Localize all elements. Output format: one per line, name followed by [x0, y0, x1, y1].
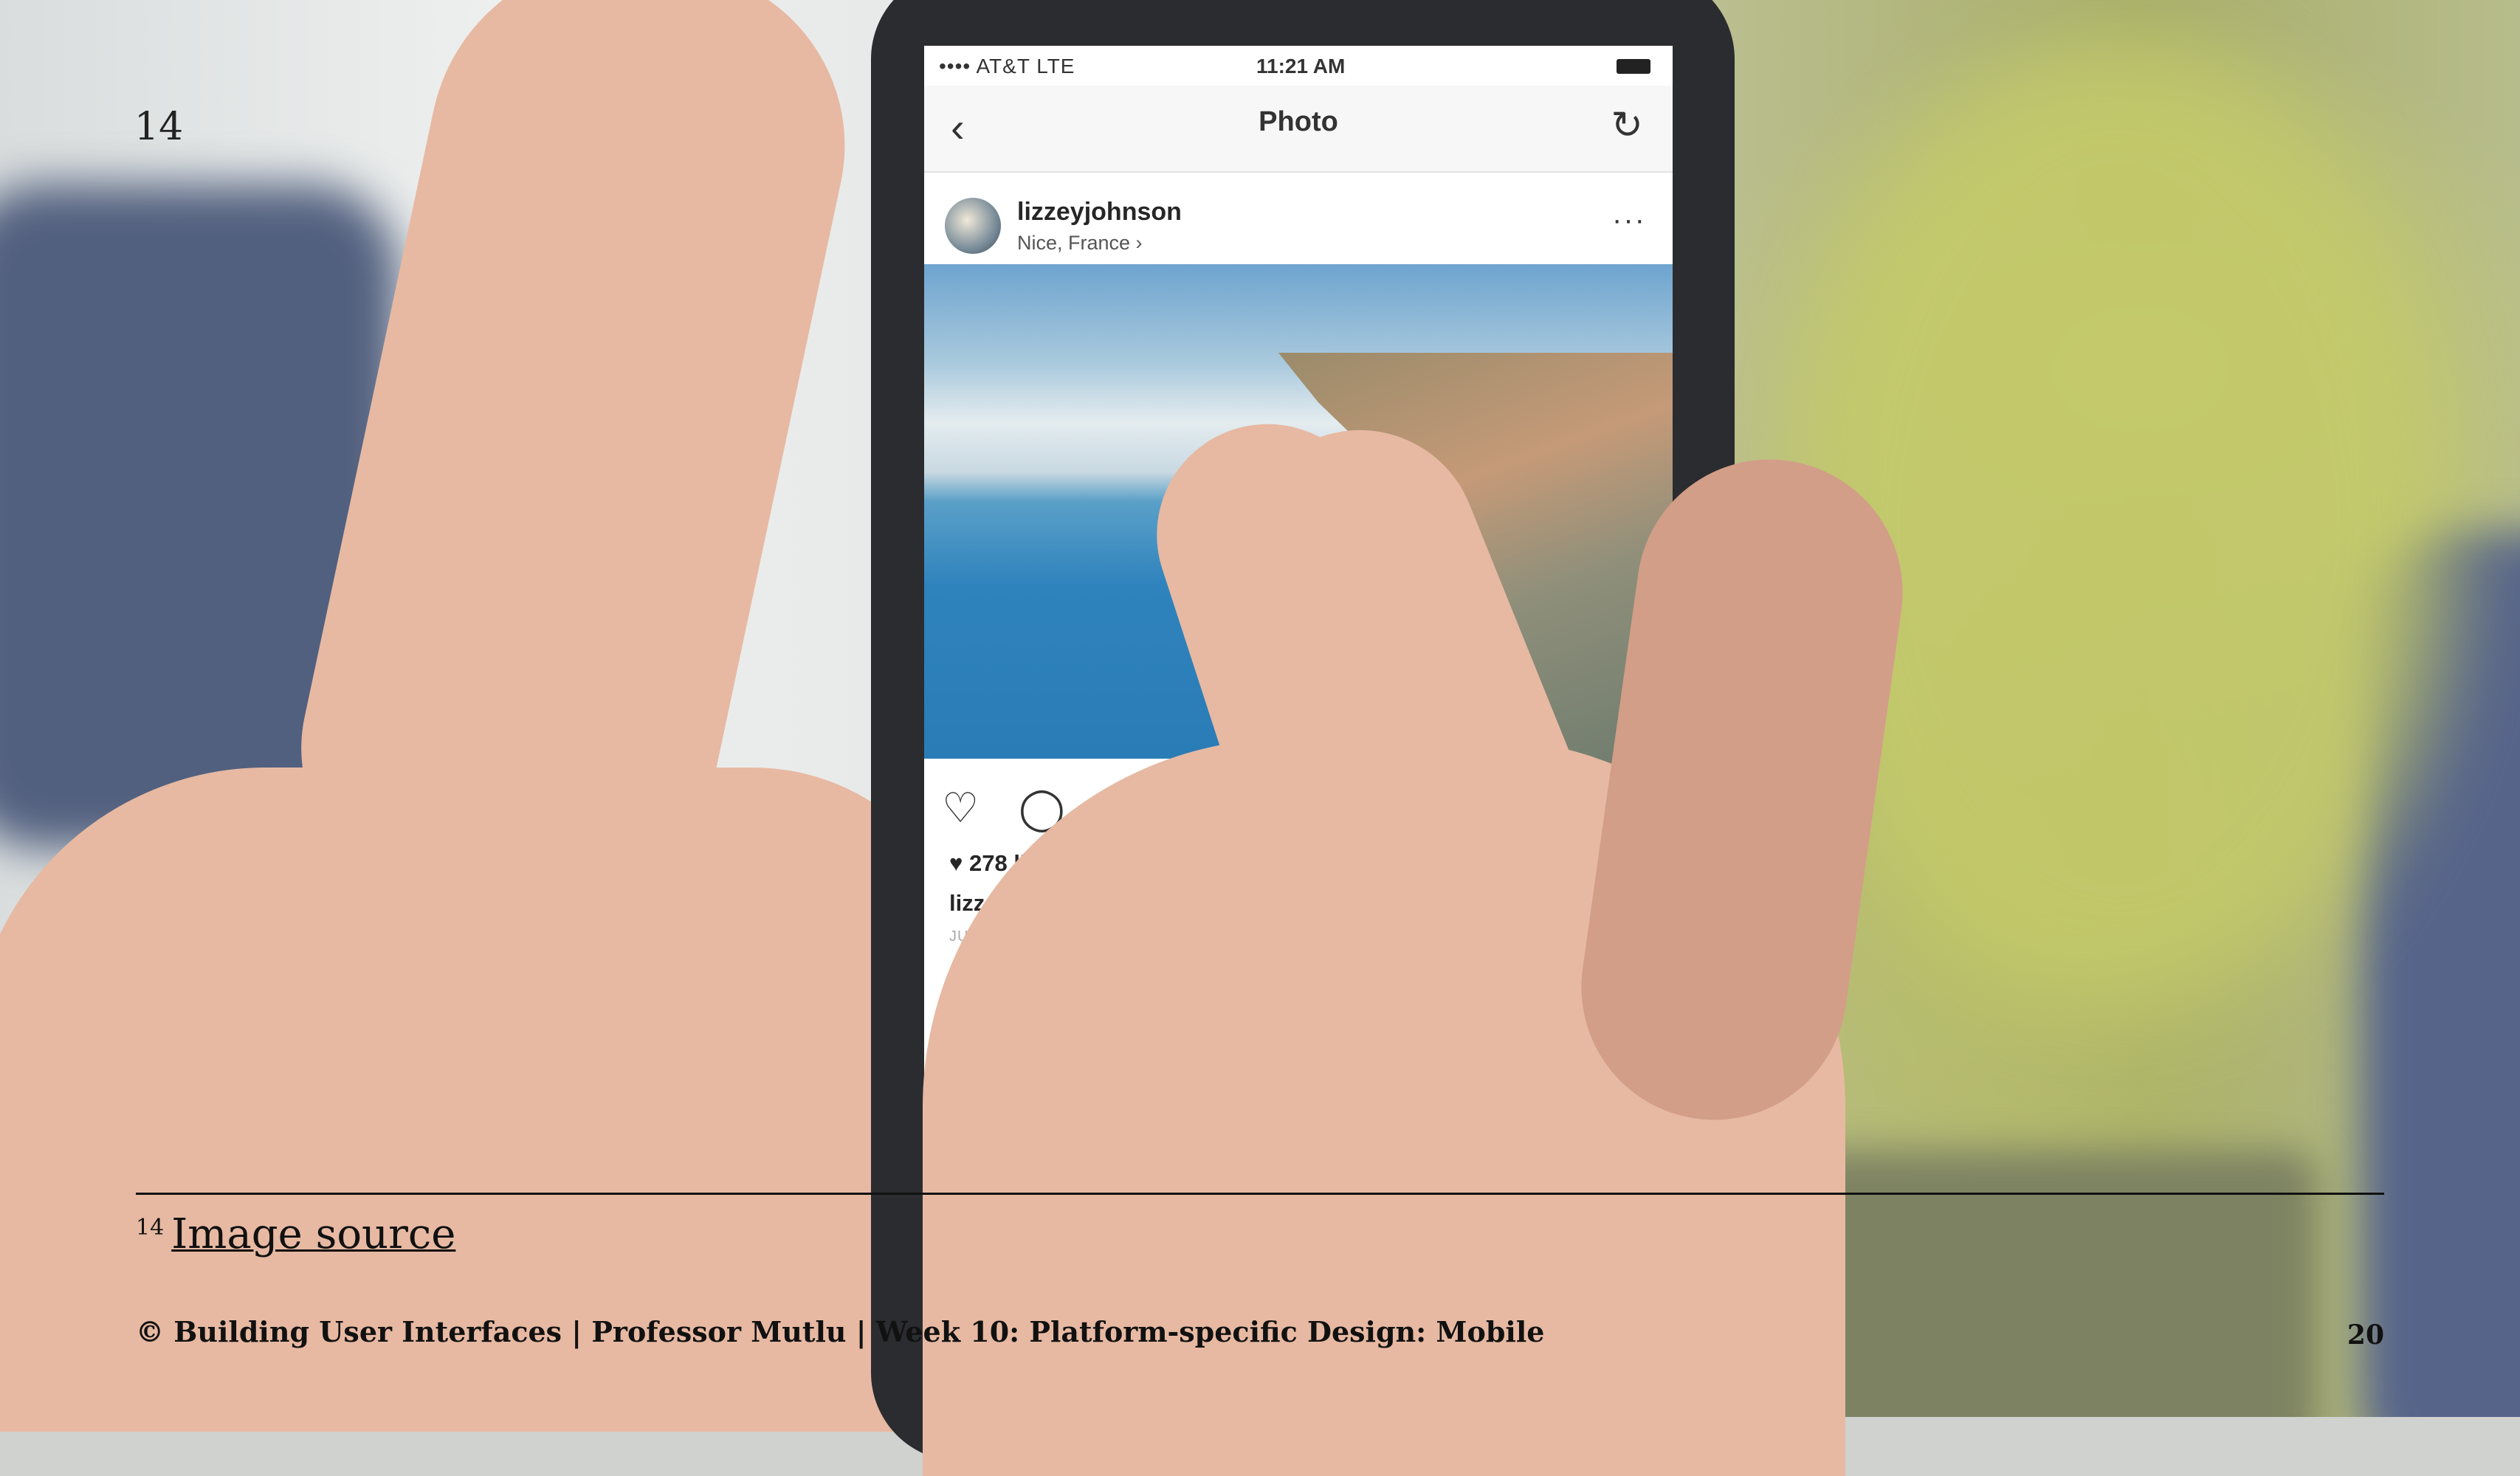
heart-icon[interactable]: ♡ [942, 784, 979, 832]
battery-icon [1617, 59, 1650, 74]
more-options-icon[interactable]: ··· [1612, 204, 1646, 237]
nav-title: Photo [1259, 106, 1338, 137]
footnote-marker: 14 [136, 1215, 165, 1241]
section-number: 14 [134, 105, 184, 149]
refresh-icon[interactable]: ↻ [1611, 103, 1643, 148]
footnote-divider [136, 1193, 2384, 1195]
image-source-link[interactable]: Image source [171, 1210, 455, 1258]
avatar[interactable] [945, 198, 1001, 254]
post-username[interactable]: lizzeyjohnson [1017, 198, 1182, 227]
page-number: 20 [2347, 1320, 2384, 1351]
nav-bar: ‹ Photo ↻ [924, 86, 1673, 173]
clock: 11:21 AM [1256, 55, 1346, 77]
footnote: 14 Image source [136, 1210, 455, 1258]
status-bar: •••• AT&T LTE 11:21 AM [924, 46, 1673, 86]
post-header: lizzeyjohnson Nice, France › ··· [924, 173, 1673, 264]
slide-footer: © Building User Interfaces | Professor M… [136, 1315, 1545, 1348]
post-location[interactable]: Nice, France › [1017, 232, 1143, 255]
carrier-label: •••• AT&T LTE [939, 55, 1075, 77]
foliage [1786, 44, 2451, 1004]
